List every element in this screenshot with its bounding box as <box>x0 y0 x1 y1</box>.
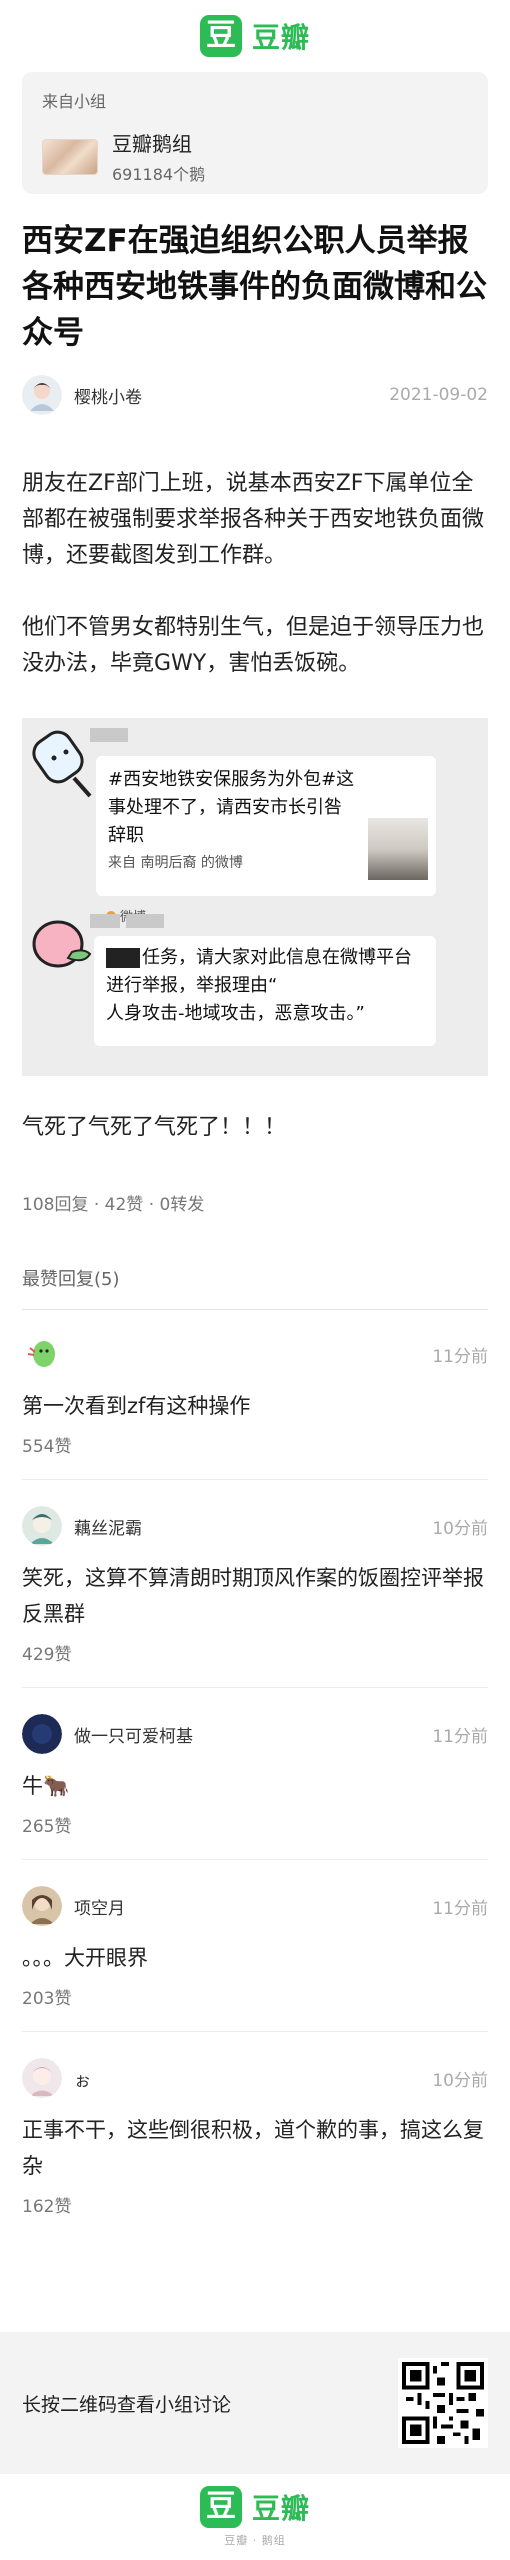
group-from-label: 来自小组 <box>42 92 107 111</box>
comment-header: 项空月 11分前 <box>22 1884 488 1928</box>
comment-header: 11分前 <box>22 1332 488 1376</box>
author-name[interactable]: 樱桃小卷 <box>74 383 389 408</box>
app-header: 豆 豆瓣 <box>0 0 510 72</box>
top-replies-title: 最赞回复(5) <box>22 1269 120 1290</box>
comment-likes[interactable]: 554赞 <box>22 1432 488 1479</box>
douban-logo-icon: 豆 <box>199 2486 242 2528</box>
comment-time: 10分前 <box>432 2070 488 2091</box>
group-name[interactable]: 豆瓣鹅组 <box>112 128 205 157</box>
commenter-avatar[interactable] <box>22 1886 62 1926</box>
comment-text: 牛🐂 <box>22 1774 70 1798</box>
post-closing: 气死了气死了气死了！！！ <box>22 1115 287 1140</box>
redacted-username <box>90 728 128 742</box>
redaction-block <box>106 948 140 968</box>
group-card[interactable]: 来自小组 豆瓣鹅组 691184个鹅 <box>22 72 488 194</box>
comment-item: 11分前 第一次看到zf有这种操作 554赞 <box>22 1310 488 1480</box>
bottom-brand: 豆 豆瓣 豆瓣 · 鹅组 <box>0 2474 510 2560</box>
group-avatar <box>42 138 98 175</box>
post-paragraph: 朋友在ZF部门上班，说基本西安ZF下属单位全部都在被强制要求举报各种关于西安地铁… <box>22 471 485 568</box>
chat-message: 任务，请大家对此信息在微博平台进行举报，举报理由“ <box>106 944 424 1000</box>
chat-text-line-1: 任务，请大家对此信息在微博平台进行举报，举报理由“ <box>106 947 412 996</box>
comment-header: ぉ 10分前 <box>22 2056 488 2100</box>
comment-text: 。。。大开眼界 <box>22 1946 148 1970</box>
comment-item: 做一只可爱柯基 11分前 牛🐂 265赞 <box>22 1688 488 1860</box>
weibo-thumbnail <box>368 818 428 880</box>
qr-hint: 长按二维码查看小组讨论 <box>22 2393 232 2416</box>
commenter-avatar[interactable] <box>22 1714 62 1754</box>
bottom-caption: 豆瓣 · 鹅组 <box>224 2534 286 2547</box>
commenter-avatar[interactable] <box>22 2058 62 2098</box>
qr-code-icon[interactable] <box>398 2358 488 2448</box>
group-info: 豆瓣鹅组 691184个鹅 <box>42 128 468 185</box>
commenter-name[interactable]: 藕丝泥霸 <box>74 1514 432 1539</box>
chat-text-line-2: 人身攻击-地域攻击，恶意攻击。” <box>106 1003 365 1024</box>
comment-likes[interactable]: 162赞 <box>22 2192 488 2239</box>
weibo-share-card: #西安地铁安保服务为外包#这事处理不了，请西安市长引咎辞职 来自 南明后裔 的微… <box>96 756 436 925</box>
douban-logo[interactable]: 豆 豆瓣 <box>199 15 310 57</box>
chat-message-card: 任务，请大家对此信息在微博平台进行举报，举报理由“ 人身攻击-地域攻击，恶意攻击… <box>94 936 436 1046</box>
author-avatar[interactable] <box>22 375 62 415</box>
post-stats: 108回复 · 42赞 · 0转发 <box>22 1195 205 1215</box>
commenter-name[interactable]: 做一只可爱柯基 <box>74 1722 432 1747</box>
peach-sticker-icon <box>32 920 92 968</box>
group-member-count: 691184个鹅 <box>112 165 206 184</box>
comment-time: 11分前 <box>432 1726 488 1747</box>
post-image[interactable]: #西安地铁安保服务为外包#这事处理不了，请西安市长引咎辞职 来自 南明后裔 的微… <box>22 718 488 1076</box>
comment-item: ぉ 10分前 正事不干，这些倒很积极，道个歉的事，搞这么复杂 162赞 <box>22 2032 488 2239</box>
douban-logo-icon: 豆 <box>199 15 242 57</box>
comment-item: 项空月 11分前 。。。大开眼界 203赞 <box>22 1860 488 2032</box>
qr-footer: 长按二维码查看小组讨论 <box>0 2332 510 2474</box>
comment-likes[interactable]: 429赞 <box>22 1640 488 1687</box>
douban-logo: 豆 豆瓣 <box>199 2486 310 2528</box>
post-title: 西安ZF在强迫组织公职人员举报各种西安地铁事件的负面微博和公众号 <box>22 223 487 351</box>
comment-item: 藕丝泥霸 10分前 笑死，这算不算清朗时期顶风作案的饭圈控评举报反黑群 429赞 <box>22 1480 488 1688</box>
comment-time: 11分前 <box>432 1898 488 1919</box>
comment-text: 第一次看到zf有这种操作 <box>22 1394 251 1418</box>
post-date: 2021-09-02 <box>389 385 488 405</box>
post-paragraph: 他们不管男女都特别生气，但是迫于领导压力也没办法，毕竟GWY，害怕丢饭碗。 <box>22 615 485 676</box>
comment-likes[interactable]: 265赞 <box>22 1812 488 1859</box>
comment-text: 正事不干，这些倒很积极，道个歉的事，搞这么复杂 <box>22 2118 484 2178</box>
commenter-name[interactable]: 项空月 <box>74 1894 432 1919</box>
commenter-avatar[interactable] <box>22 1334 62 1374</box>
commenter-avatar[interactable] <box>22 1506 62 1546</box>
comment-likes[interactable]: 203赞 <box>22 1984 488 2031</box>
comment-text: 笑死，这算不算清朗时期顶风作案的饭圈控评举报反黑群 <box>22 1566 484 1626</box>
commenter-name[interactable]: ぉ <box>74 2066 432 2091</box>
redacted-username <box>90 914 120 928</box>
douban-logo-text: 豆瓣 <box>251 21 310 54</box>
weibo-text: #西安地铁安保服务为外包#这事处理不了，请西安市长引咎辞职 <box>108 769 355 846</box>
comment-header: 做一只可爱柯基 11分前 <box>22 1712 488 1756</box>
douban-logo-text: 豆瓣 <box>251 2492 310 2525</box>
comment-header: 藕丝泥霸 10分前 <box>22 1504 488 1548</box>
author-row: 樱桃小卷 2021-09-02 <box>22 374 488 416</box>
comment-time: 11分前 <box>432 1346 488 1367</box>
comment-time: 10分前 <box>432 1518 488 1539</box>
redacted-username <box>126 914 164 928</box>
